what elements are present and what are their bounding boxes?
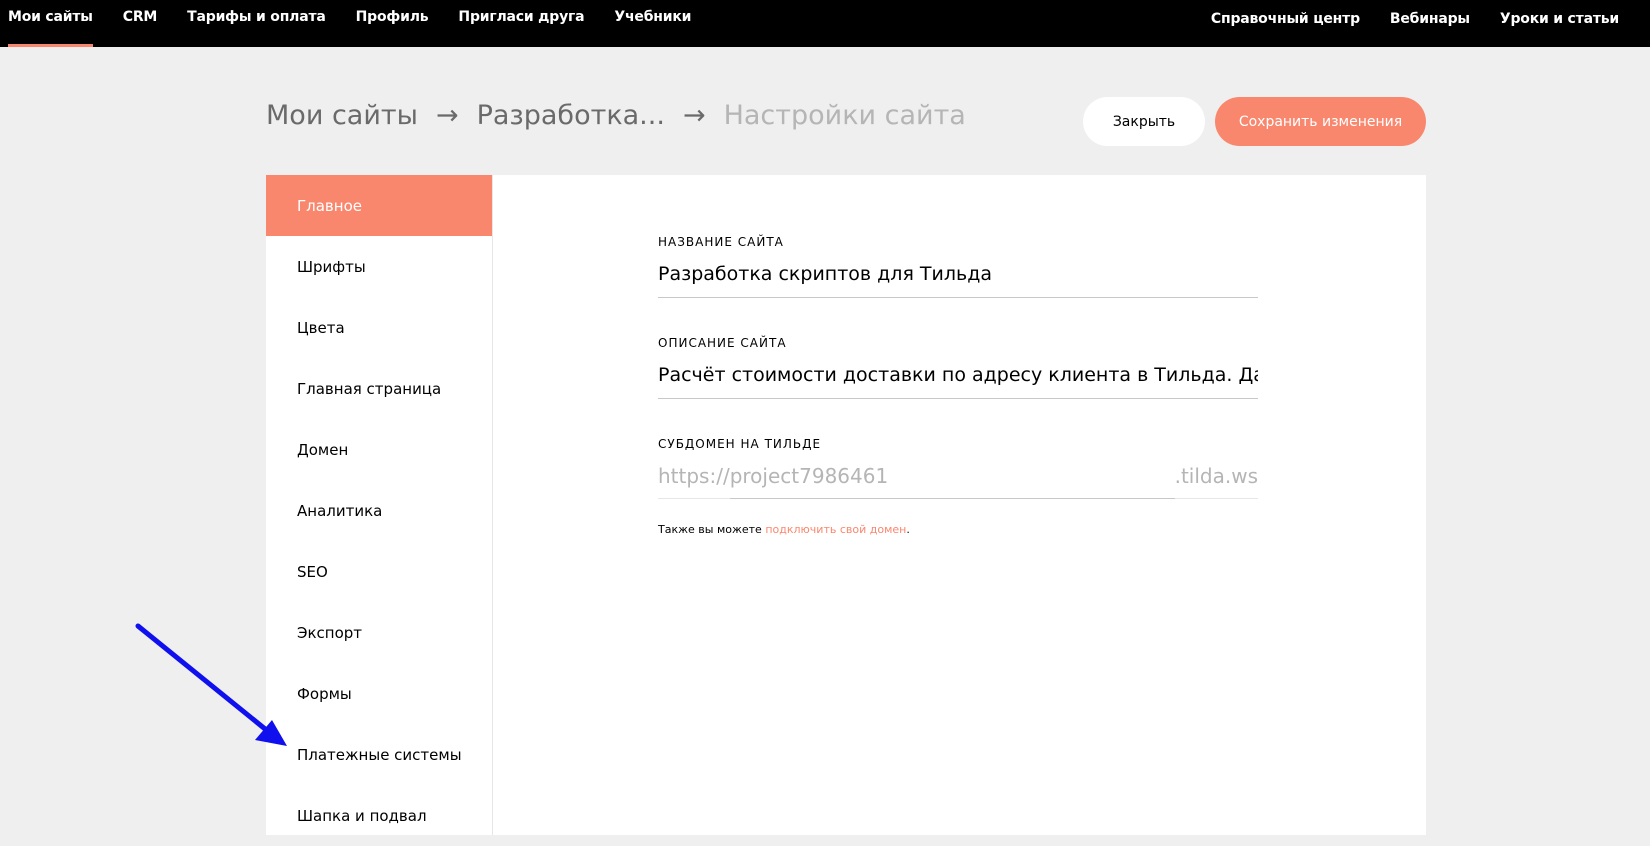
sidebar-item-colors[interactable]: Цвета <box>266 297 492 358</box>
site-description-input[interactable] <box>658 364 1258 399</box>
save-changes-button[interactable]: Сохранить изменения <box>1215 97 1426 146</box>
site-description-field-group: ОПИСАНИЕ САЙТА <box>658 336 1258 399</box>
nav-profile[interactable]: Профиль <box>356 0 429 47</box>
nav-lessons-articles[interactable]: Уроки и статьи <box>1500 0 1619 47</box>
close-button[interactable]: Закрыть <box>1083 97 1205 146</box>
subdomain-input[interactable] <box>729 464 1175 499</box>
breadcrumb-my-sites[interactable]: Мои сайты <box>266 100 418 131</box>
site-name-field-group: НАЗВАНИЕ САЙТА <box>658 235 1258 298</box>
nav-invite-friend[interactable]: Пригласи друга <box>458 0 584 47</box>
sidebar-item-header-footer[interactable]: Шапка и подвал <box>266 785 492 846</box>
breadcrumb: Мои сайты → Разработка... → Настройки са… <box>266 100 966 131</box>
nav-webinars[interactable]: Вебинары <box>1390 0 1470 47</box>
settings-panel: Главное Шрифты Цвета Главная страница До… <box>266 175 1426 835</box>
nav-crm[interactable]: CRM <box>123 0 158 47</box>
sidebar-item-home-page[interactable]: Главная страница <box>266 358 492 419</box>
nav-help-center[interactable]: Справочный центр <box>1211 0 1360 47</box>
subdomain-label: СУБДОМЕН НА ТИЛЬДЕ <box>658 437 822 451</box>
sidebar-item-payment-systems[interactable]: Платежные системы <box>266 724 492 785</box>
subdomain-prefix: https:// <box>658 464 730 488</box>
sidebar-item-export[interactable]: Экспорт <box>266 602 492 663</box>
subdomain-suffix: .tilda.ws <box>1174 464 1258 488</box>
breadcrumb-arrow-icon: → <box>682 100 706 131</box>
connect-domain-link[interactable]: подключить свой домен <box>765 523 906 536</box>
hint-text: Также вы можете <box>658 523 766 536</box>
breadcrumb-project[interactable]: Разработка... <box>477 100 665 131</box>
top-navigation-bar: Мои сайты CRM Тарифы и оплата Профиль Пр… <box>0 0 1650 47</box>
settings-sidebar: Главное Шрифты Цвета Главная страница До… <box>266 175 493 835</box>
nav-my-sites[interactable]: Мои сайты <box>8 0 93 47</box>
sidebar-item-fonts[interactable]: Шрифты <box>266 236 492 297</box>
subdomain-field-group: СУБДОМЕН НА ТИЛЬДЕ https:// .tilda.ws Та… <box>658 437 1258 536</box>
site-name-label: НАЗВАНИЕ САЙТА <box>658 235 784 249</box>
nav-tariffs[interactable]: Тарифы и оплата <box>187 0 326 47</box>
top-nav-left: Мои сайты CRM Тарифы и оплата Профиль Пр… <box>8 0 721 47</box>
sidebar-item-forms[interactable]: Формы <box>266 663 492 724</box>
site-description-label: ОПИСАНИЕ САЙТА <box>658 336 787 350</box>
sidebar-item-analytics[interactable]: Аналитика <box>266 480 492 541</box>
breadcrumb-current-page: Настройки сайта <box>723 100 966 131</box>
subdomain-row: https:// .tilda.ws <box>658 459 1258 499</box>
custom-domain-hint: Также вы можете подключить свой домен. <box>658 523 1258 536</box>
sidebar-item-domain[interactable]: Домен <box>266 419 492 480</box>
hint-end: . <box>906 523 910 536</box>
sidebar-item-seo[interactable]: SEO <box>266 541 492 602</box>
sidebar-item-main[interactable]: Главное <box>266 175 492 236</box>
site-name-input[interactable] <box>658 263 1258 298</box>
nav-tutorials[interactable]: Учебники <box>614 0 691 47</box>
settings-content: НАЗВАНИЕ САЙТА ОПИСАНИЕ САЙТА СУБДОМЕН Н… <box>658 235 1258 536</box>
breadcrumb-arrow-icon: → <box>435 100 459 131</box>
top-nav-right: Справочный центр Вебинары Уроки и статьи <box>1181 0 1619 47</box>
